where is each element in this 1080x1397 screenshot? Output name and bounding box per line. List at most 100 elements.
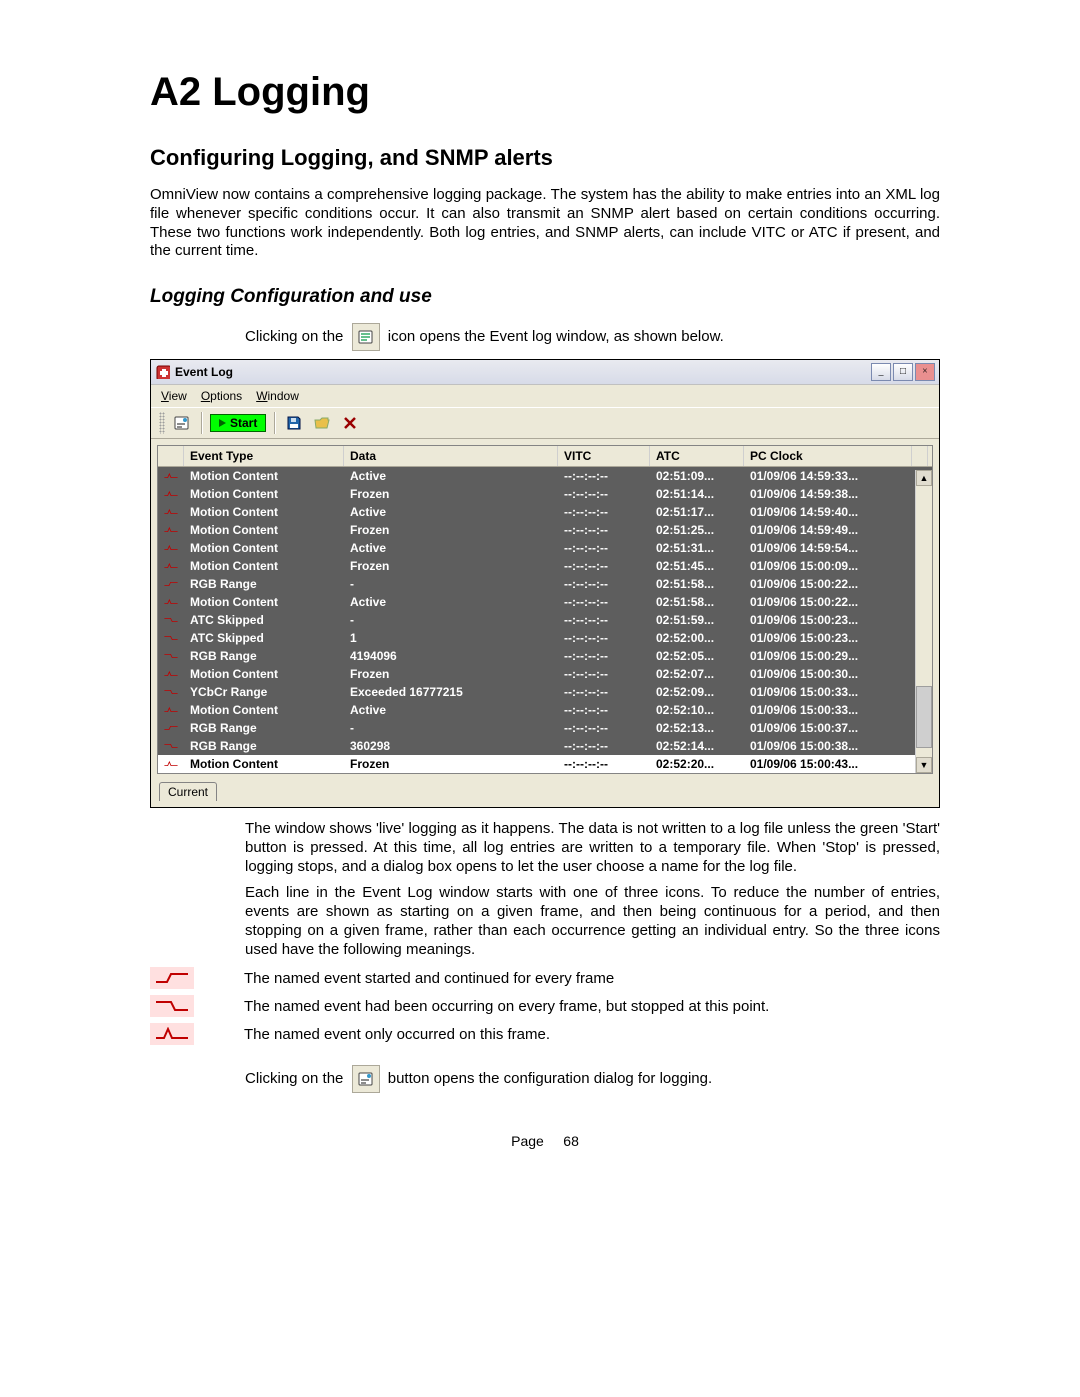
grid-body[interactable]: Motion ContentActive--:--:--:--02:51:09.… <box>158 467 932 773</box>
cell-atc: 02:51:58... <box>650 592 744 612</box>
col-data[interactable]: Data <box>344 446 558 466</box>
text: button opens the configuration dialog fo… <box>388 1070 712 1087</box>
table-row[interactable]: ATC Skipped1--:--:--:--02:52:00...01/09/… <box>158 629 932 647</box>
toolbar-grip[interactable] <box>159 412 165 434</box>
table-row[interactable]: Motion ContentFrozen--:--:--:--02:51:25.… <box>158 521 932 539</box>
col-event-type[interactable]: Event Type <box>184 446 344 466</box>
col-pc-clock[interactable]: PC Clock <box>744 446 912 466</box>
cell-pc: 01/09/06 15:00:23... <box>744 628 912 648</box>
table-row[interactable]: RGB Range---:--:--:--02:52:13...01/09/06… <box>158 719 932 737</box>
maximize-button[interactable]: □ <box>893 363 913 381</box>
cell-vitc: --:--:--:-- <box>558 466 650 486</box>
cell-event-type: Motion Content <box>184 484 344 504</box>
row-icon <box>158 737 184 755</box>
row-icon <box>158 503 184 521</box>
legend-row-fall: The named event had been occurring on ev… <box>150 995 940 1017</box>
cell-data: Frozen <box>344 484 558 504</box>
row-icon <box>158 539 184 557</box>
scroll-up-button[interactable]: ▲ <box>916 470 932 486</box>
menu-options[interactable]: Options <box>201 389 242 403</box>
cell-event-type: RGB Range <box>184 718 344 738</box>
titlebar[interactable]: Event Log _ □ × <box>151 360 939 385</box>
column-headers[interactable]: Event Type Data VITC ATC PC Clock <box>158 446 932 467</box>
col-atc[interactable]: ATC <box>650 446 744 466</box>
legend-text: The named event started and continued fo… <box>244 970 614 987</box>
table-row[interactable]: Motion ContentFrozen--:--:--:--02:52:07.… <box>158 665 932 683</box>
signal-fall-icon <box>150 995 194 1017</box>
open-button[interactable] <box>311 412 333 434</box>
cell-vitc: --:--:--:-- <box>558 736 650 756</box>
cell-data: Frozen <box>344 556 558 576</box>
cell-atc: 02:51:58... <box>650 574 744 594</box>
separator <box>274 412 275 434</box>
close-button[interactable]: × <box>915 363 935 381</box>
grid: Event Type Data VITC ATC PC Clock Motion… <box>157 445 933 774</box>
start-button[interactable]: Start <box>210 414 266 432</box>
scroll-down-button[interactable]: ▼ <box>916 757 932 773</box>
table-row[interactable]: Motion ContentFrozen--:--:--:--02:52:20.… <box>158 755 932 773</box>
text: icon opens the Event log window, as show… <box>388 328 724 345</box>
cell-pc: 01/09/06 14:59:33... <box>744 466 912 486</box>
legend-text: The named event only occurred on this fr… <box>244 1026 550 1043</box>
table-row[interactable]: Motion ContentActive--:--:--:--02:51:17.… <box>158 503 932 521</box>
cell-atc: 02:51:25... <box>650 520 744 540</box>
cell-event-type: Motion Content <box>184 754 344 774</box>
col-vitc[interactable]: VITC <box>558 446 650 466</box>
menu-window[interactable]: Window <box>256 389 299 403</box>
delete-button[interactable] <box>339 412 361 434</box>
cell-atc: 02:52:09... <box>650 682 744 702</box>
table-row[interactable]: RGB Range360298--:--:--:--02:52:14...01/… <box>158 737 932 755</box>
cell-event-type: Motion Content <box>184 592 344 612</box>
text: Clicking on the <box>245 328 343 345</box>
row-icon <box>158 485 184 503</box>
cell-pc: 01/09/06 14:59:49... <box>744 520 912 540</box>
cell-data: Frozen <box>344 520 558 540</box>
row-icon <box>158 557 184 575</box>
menu-view[interactable]: View <box>161 389 187 403</box>
row-icon <box>158 647 184 665</box>
tabstrip: Current <box>151 780 939 807</box>
cell-data: 360298 <box>344 736 558 756</box>
cell-vitc: --:--:--:-- <box>558 718 650 738</box>
table-row[interactable]: RGB Range4194096--:--:--:--02:52:05...01… <box>158 647 932 665</box>
cell-data: Active <box>344 700 558 720</box>
cell-vitc: --:--:--:-- <box>558 664 650 684</box>
cell-pc: 01/09/06 15:00:30... <box>744 664 912 684</box>
table-row[interactable]: Motion ContentActive--:--:--:--02:52:10.… <box>158 701 932 719</box>
table-row[interactable]: Motion ContentActive--:--:--:--02:51:09.… <box>158 467 932 485</box>
scroll-thumb[interactable] <box>916 686 932 748</box>
cell-pc: 01/09/06 15:00:22... <box>744 574 912 594</box>
signal-rise-icon <box>150 967 194 989</box>
cell-data: Frozen <box>344 754 558 774</box>
cell-vitc: --:--:--:-- <box>558 610 650 630</box>
row-icon <box>158 593 184 611</box>
cell-pc: 01/09/06 15:00:33... <box>744 682 912 702</box>
cell-atc: 02:51:14... <box>650 484 744 504</box>
table-row[interactable]: YCbCr RangeExceeded 16777215--:--:--:--0… <box>158 683 932 701</box>
cell-atc: 02:52:07... <box>650 664 744 684</box>
table-row[interactable]: Motion ContentFrozen--:--:--:--02:51:14.… <box>158 485 932 503</box>
minimize-button[interactable]: _ <box>871 363 891 381</box>
cell-event-type: RGB Range <box>184 646 344 666</box>
page-footer: Page 68 <box>150 1133 940 1149</box>
cell-data: 1 <box>344 628 558 648</box>
scrollbar[interactable]: ▲ ▼ <box>915 470 932 773</box>
config-button[interactable] <box>171 412 193 434</box>
table-row[interactable]: Motion ContentActive--:--:--:--02:51:58.… <box>158 593 932 611</box>
icon-open-line: Clicking on the icon opens the Event log… <box>245 323 940 351</box>
cell-vitc: --:--:--:-- <box>558 520 650 540</box>
cell-event-type: ATC Skipped <box>184 610 344 630</box>
config-line: Clicking on the button opens the configu… <box>245 1065 940 1093</box>
scroll-track[interactable] <box>916 486 932 757</box>
eventlog-icon <box>352 323 380 351</box>
cell-vitc: --:--:--:-- <box>558 700 650 720</box>
cell-event-type: YCbCr Range <box>184 682 344 702</box>
table-row[interactable]: Motion ContentFrozen--:--:--:--02:51:45.… <box>158 557 932 575</box>
separator <box>201 412 202 434</box>
cell-pc: 01/09/06 15:00:22... <box>744 592 912 612</box>
table-row[interactable]: ATC Skipped---:--:--:--02:51:59...01/09/… <box>158 611 932 629</box>
table-row[interactable]: Motion ContentActive--:--:--:--02:51:31.… <box>158 539 932 557</box>
save-button[interactable] <box>283 412 305 434</box>
tab-current[interactable]: Current <box>159 782 217 801</box>
table-row[interactable]: RGB Range---:--:--:--02:51:58...01/09/06… <box>158 575 932 593</box>
